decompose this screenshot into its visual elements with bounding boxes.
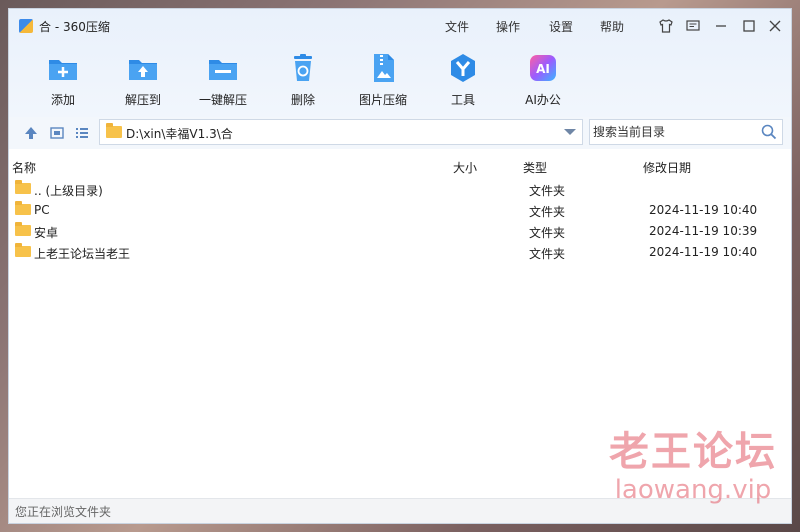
column-size[interactable]: 大小 — [453, 159, 477, 176]
file-name: 上老王论坛当老王 — [34, 247, 131, 261]
window-title: 合 - 360压缩 — [39, 20, 110, 34]
up-arrow-icon[interactable] — [23, 125, 39, 141]
column-type[interactable]: 类型 — [523, 159, 547, 176]
extract-to-label: 解压到 — [124, 93, 161, 107]
tools-icon — [446, 51, 480, 85]
folder-icon — [15, 201, 31, 215]
folder-icon — [15, 180, 31, 194]
image-compress-label: 图片压缩 — [358, 93, 407, 107]
search-box[interactable] — [589, 119, 783, 145]
ai-office-button[interactable]: AI AI办公 — [511, 49, 575, 109]
image-compress-icon — [366, 51, 400, 85]
extract-to-icon — [126, 51, 160, 85]
watermark: 老王论坛 laowang.vip — [609, 429, 777, 505]
trash-icon — [286, 51, 320, 85]
menu-operate[interactable]: 操作 — [496, 18, 520, 35]
file-row-parent[interactable]: .. (上级目录) 文件夹 — [9, 179, 791, 200]
file-name: .. (上级目录) — [34, 184, 103, 198]
svg-text:AI: AI — [536, 62, 550, 76]
column-name[interactable]: 名称 — [12, 159, 36, 176]
add-label: 添加 — [50, 93, 75, 107]
chevron-down-icon[interactable] — [564, 129, 576, 135]
list-view-icon[interactable] — [74, 125, 90, 141]
feedback-icon[interactable] — [684, 17, 702, 35]
extract-to-button[interactable]: 解压到 — [111, 49, 175, 109]
file-name: PC — [34, 203, 50, 217]
app-window: 合 - 360压缩 文件 操作 设置 帮助 添加 解压到 一键解压 删除 图片压… — [8, 8, 792, 524]
one-click-extract-button[interactable]: 一键解压 — [191, 49, 255, 109]
file-row[interactable]: PC 文件夹 2024-11-19 10:40 — [9, 200, 791, 221]
app-logo-icon — [19, 19, 33, 33]
add-button[interactable]: 添加 — [31, 49, 95, 109]
file-type: 文件夹 — [529, 184, 566, 198]
delete-label: 删除 — [290, 93, 315, 107]
column-modified[interactable]: 修改日期 — [643, 159, 691, 176]
file-type: 文件夹 — [529, 205, 566, 219]
maximize-icon[interactable] — [740, 17, 758, 35]
file-type: 文件夹 — [529, 247, 566, 261]
skin-icon[interactable] — [657, 17, 675, 35]
minimize-icon[interactable] — [712, 17, 730, 35]
menu-file[interactable]: 文件 — [445, 18, 469, 35]
one-click-extract-icon — [206, 51, 240, 85]
menu-settings[interactable]: 设置 — [549, 18, 573, 35]
file-row[interactable]: 上老王论坛当老王 文件夹 2024-11-19 10:40 — [9, 242, 791, 263]
folder-icon — [15, 243, 31, 257]
search-input[interactable] — [590, 120, 753, 144]
file-date: 2024-11-19 10:40 — [649, 245, 758, 259]
file-row[interactable]: 安卓 文件夹 2024-11-19 10:39 — [9, 221, 791, 242]
folder-icon — [106, 123, 122, 138]
path-text: D:\xin\幸福V1.3\合 — [126, 127, 233, 141]
file-name: 安卓 — [34, 226, 59, 240]
file-type: 文件夹 — [529, 226, 566, 240]
status-text: 您正在浏览文件夹 — [15, 505, 112, 519]
delete-button[interactable]: 删除 — [271, 49, 335, 109]
ai-office-icon: AI — [526, 51, 560, 85]
watermark-title: 老王论坛 — [609, 429, 777, 475]
search-icon[interactable] — [761, 124, 777, 140]
close-icon[interactable] — [766, 17, 784, 35]
tools-label: 工具 — [450, 93, 475, 107]
menu-help[interactable]: 帮助 — [600, 18, 624, 35]
watermark-url: laowang.vip — [614, 475, 772, 505]
folder-icon — [15, 222, 31, 236]
one-click-extract-label: 一键解压 — [198, 93, 247, 107]
file-list: .. (上级目录) 文件夹 PC 文件夹 2024-11-19 10:40 安卓… — [9, 179, 791, 263]
title-and-toolbar-area: 合 - 360压缩 文件 操作 设置 帮助 添加 解压到 一键解压 删除 图片压… — [9, 9, 791, 117]
navigation-bar: D:\xin\幸福V1.3\合 — [9, 117, 791, 149]
file-date: 2024-11-19 10:40 — [649, 203, 758, 217]
add-icon — [46, 51, 80, 85]
ai-office-label: AI办公 — [525, 93, 561, 107]
file-list-header: 名称 大小 类型 修改日期 — [9, 157, 791, 177]
file-date: 2024-11-19 10:39 — [649, 224, 758, 238]
tools-button[interactable]: 工具 — [431, 49, 495, 109]
thumbnail-view-icon[interactable] — [49, 125, 65, 141]
image-compress-button[interactable]: 图片压缩 — [351, 49, 415, 109]
path-combobox[interactable]: D:\xin\幸福V1.3\合 — [99, 119, 583, 145]
